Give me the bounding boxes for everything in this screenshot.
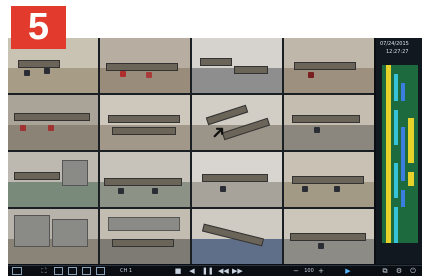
camera-tile[interactable] (192, 95, 282, 150)
fast-forward-icon[interactable]: ▶▶ (232, 267, 243, 275)
playback-sidebar: 07/24/2015 12:27:27 (376, 38, 422, 264)
stop-icon[interactable]: ■ (174, 267, 182, 275)
layout-4x4-button[interactable] (82, 267, 91, 275)
camera-tile[interactable] (8, 95, 98, 150)
camera-tile[interactable] (8, 209, 98, 264)
timeline-segment (408, 118, 414, 163)
zoom-out-icon[interactable]: − (292, 267, 300, 275)
camera-tile[interactable] (192, 209, 282, 264)
timeline-segment (394, 73, 398, 101)
camera-tile[interactable] (100, 152, 190, 207)
camera-tile[interactable] (284, 95, 374, 150)
camera-tile[interactable] (192, 152, 282, 207)
camera-tile[interactable] (284, 209, 374, 264)
camera-tile[interactable] (192, 38, 282, 93)
fullscreen-icon[interactable]: ⛶ (38, 267, 50, 275)
camera-tile[interactable] (100, 95, 190, 150)
playback-toolbar: ⛶ CH 1 ■ ◀ ❚❚ ◀◀ ▶▶ − 100 + ▶ ⧉ ⚙ ⏻ (8, 265, 422, 276)
timeline-segment (401, 189, 405, 208)
camera-tile[interactable] (284, 152, 374, 207)
export-icon[interactable]: ⧉ (380, 267, 390, 275)
settings-icon[interactable]: ⚙ (394, 267, 404, 275)
timeline-segment (394, 207, 398, 243)
timeline-segment (401, 82, 405, 101)
logout-icon[interactable]: ⏻ (408, 267, 418, 275)
play-icon[interactable]: ▶ (344, 267, 352, 275)
step-badge: 5 (11, 6, 66, 49)
camera-tile[interactable] (8, 152, 98, 207)
zoom-level: 100 (304, 268, 314, 274)
layout-1x1-button[interactable] (12, 267, 22, 275)
camera-grid (8, 38, 374, 264)
layout-3x3-button[interactable] (68, 267, 77, 275)
camera-select-button[interactable]: CH 1 (116, 267, 136, 275)
camera-tile[interactable] (100, 38, 190, 93)
camera-tile[interactable] (284, 38, 374, 93)
timeline-segment (394, 109, 398, 146)
zoom-in-icon[interactable]: + (317, 267, 325, 275)
timeline-segment (401, 127, 405, 181)
recording-timeline[interactable] (382, 65, 418, 243)
layout-custom-button[interactable] (96, 267, 105, 275)
nvr-monitor: ➜ 07/24/2015 12:27:27 ⛶ CH 1 ■ ◀ ❚❚ ◀◀ ▶… (8, 38, 422, 276)
playback-time: 12:27:27 (386, 49, 409, 55)
timeline-segment (394, 162, 398, 199)
play-reverse-icon[interactable]: ◀ (188, 267, 196, 275)
timeline-segment (386, 65, 391, 243)
rewind-icon[interactable]: ◀◀ (218, 267, 229, 275)
timeline-segment (408, 171, 414, 187)
layout-2x2-button[interactable] (54, 267, 63, 275)
camera-tile[interactable] (100, 209, 190, 264)
playback-date: 07/24/2015 (380, 41, 409, 47)
pause-icon[interactable]: ❚❚ (202, 267, 214, 275)
